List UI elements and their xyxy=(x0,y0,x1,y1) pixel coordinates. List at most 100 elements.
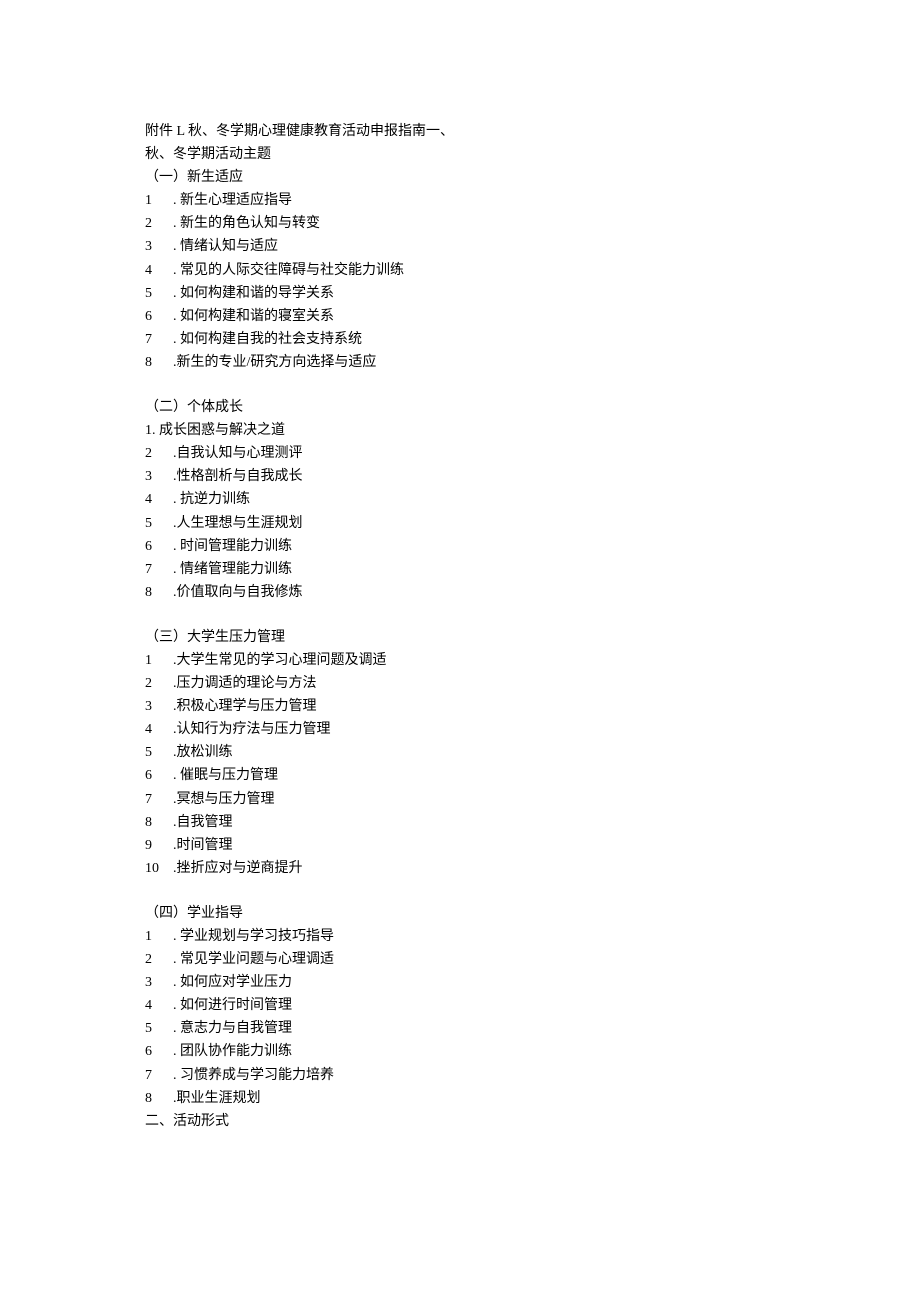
item-number: 7 xyxy=(145,328,173,351)
list-item: 6. 时间管理能力训练 xyxy=(145,535,775,558)
item-number: 1 xyxy=(145,189,173,212)
list-item: 6. 团队协作能力训练 xyxy=(145,1040,775,1063)
item-number: 5 xyxy=(145,1017,173,1040)
list-item: 6. 如何构建和谐的寝室关系 xyxy=(145,305,775,328)
list-item: 3. 情绪认知与适应 xyxy=(145,235,775,258)
item-number: 6 xyxy=(145,1040,173,1063)
item-number: 5 xyxy=(145,741,173,764)
item-text: .职业生涯规划 xyxy=(173,1087,775,1110)
item-text: . 如何构建和谐的寝室关系 xyxy=(173,305,775,328)
item-text: . 如何构建和谐的导学关系 xyxy=(173,282,775,305)
item-text: .冥想与压力管理 xyxy=(173,788,775,811)
list-item: 4. 如何进行时间管理 xyxy=(145,994,775,1017)
list-item: 8.职业生涯规划 xyxy=(145,1087,775,1110)
item-text: .新生的专业/研究方向选择与适应 xyxy=(173,351,775,374)
list-item: 2.压力调适的理论与方法 xyxy=(145,672,775,695)
header-line-1: 附件 L 秋、冬学期心理健康教育活动申报指南一、 xyxy=(145,120,775,143)
item-text: . 催眠与压力管理 xyxy=(173,764,775,787)
list-item: 2. 常见学业问题与心理调适 xyxy=(145,948,775,971)
list-item: 3.积极心理学与压力管理 xyxy=(145,695,775,718)
list-item: 4. 常见的人际交往障碍与社交能力训练 xyxy=(145,259,775,282)
list-item: 4.认知行为疗法与压力管理 xyxy=(145,718,775,741)
item-text: . 时间管理能力训练 xyxy=(173,535,775,558)
document-page: 附件 L 秋、冬学期心理健康教育活动申报指南一、 秋、冬学期活动主题 （一）新生… xyxy=(0,0,920,1193)
list-item: 1. 新生心理适应指导 xyxy=(145,189,775,212)
section-2-first-item: 1. 成长困惑与解决之道 xyxy=(145,419,775,442)
item-number: 4 xyxy=(145,994,173,1017)
list-item: 8.自我管理 xyxy=(145,811,775,834)
item-text: .时间管理 xyxy=(173,834,775,857)
item-text: .大学生常见的学习心理问题及调适 xyxy=(173,649,775,672)
list-item: 3.性格剖析与自我成长 xyxy=(145,465,775,488)
item-text: . 常见学业问题与心理调适 xyxy=(173,948,775,971)
section-1-list: 1. 新生心理适应指导2. 新生的角色认知与转变3. 情绪认知与适应4. 常见的… xyxy=(145,189,775,374)
item-text: . 新生的角色认知与转变 xyxy=(173,212,775,235)
list-item: 2. 新生的角色认知与转变 xyxy=(145,212,775,235)
list-item: 7. 情绪管理能力训练 xyxy=(145,558,775,581)
item-number: 3 xyxy=(145,695,173,718)
section-1-title: （一）新生适应 xyxy=(145,166,775,189)
list-item: 1.大学生常见的学习心理问题及调适 xyxy=(145,649,775,672)
item-text: .挫折应对与逆商提升 xyxy=(173,857,775,880)
list-item: 1. 学业规划与学习技巧指导 xyxy=(145,925,775,948)
item-text: . 学业规划与学习技巧指导 xyxy=(173,925,775,948)
item-number: 3 xyxy=(145,465,173,488)
item-text: .人生理想与生涯规划 xyxy=(173,512,775,535)
item-number: 8 xyxy=(145,351,173,374)
item-number: 8 xyxy=(145,811,173,834)
item-text: . 情绪管理能力训练 xyxy=(173,558,775,581)
item-number: 6 xyxy=(145,764,173,787)
item-text: .认知行为疗法与压力管理 xyxy=(173,718,775,741)
item-number: 8 xyxy=(145,1087,173,1110)
item-number: 5 xyxy=(145,282,173,305)
item-number: 7 xyxy=(145,558,173,581)
item-text: .自我管理 xyxy=(173,811,775,834)
list-item: 9.时间管理 xyxy=(145,834,775,857)
item-text: .价值取向与自我修炼 xyxy=(173,581,775,604)
item-number: 1 xyxy=(145,649,173,672)
list-item: 5.放松训练 xyxy=(145,741,775,764)
item-number: 4 xyxy=(145,259,173,282)
item-number: 10 xyxy=(145,857,173,880)
item-number: 6 xyxy=(145,535,173,558)
item-text: . 如何应对学业压力 xyxy=(173,971,775,994)
item-text: . 抗逆力训练 xyxy=(173,488,775,511)
item-number: 9 xyxy=(145,834,173,857)
list-item: 3. 如何应对学业压力 xyxy=(145,971,775,994)
item-text: . 如何构建自我的社会支持系统 xyxy=(173,328,775,351)
item-number: 2 xyxy=(145,212,173,235)
item-text: . 如何进行时间管理 xyxy=(173,994,775,1017)
item-number: 2 xyxy=(145,442,173,465)
list-item: 5.人生理想与生涯规划 xyxy=(145,512,775,535)
item-text: . 情绪认知与适应 xyxy=(173,235,775,258)
item-number: 1 xyxy=(145,925,173,948)
footer-heading: 二、活动形式 xyxy=(145,1110,775,1133)
list-item: 8.价值取向与自我修炼 xyxy=(145,581,775,604)
item-text: . 常见的人际交往障碍与社交能力训练 xyxy=(173,259,775,282)
list-item: 10.挫折应对与逆商提升 xyxy=(145,857,775,880)
list-item: 2.自我认知与心理测评 xyxy=(145,442,775,465)
list-item: 8.新生的专业/研究方向选择与适应 xyxy=(145,351,775,374)
item-text: . 习惯养成与学习能力培养 xyxy=(173,1064,775,1087)
header-line-2: 秋、冬学期活动主题 xyxy=(145,143,775,166)
section-2-list: 2.自我认知与心理测评3.性格剖析与自我成长4. 抗逆力训练5.人生理想与生涯规… xyxy=(145,442,775,604)
item-number: 3 xyxy=(145,235,173,258)
section-4-list: 1. 学业规划与学习技巧指导2. 常见学业问题与心理调适3. 如何应对学业压力4… xyxy=(145,925,775,1110)
item-number: 2 xyxy=(145,948,173,971)
item-number: 4 xyxy=(145,488,173,511)
item-text: .自我认知与心理测评 xyxy=(173,442,775,465)
item-number: 6 xyxy=(145,305,173,328)
item-number: 8 xyxy=(145,581,173,604)
list-item: 5. 如何构建和谐的导学关系 xyxy=(145,282,775,305)
section-3-title: （三）大学生压力管理 xyxy=(145,626,775,649)
item-text: .积极心理学与压力管理 xyxy=(173,695,775,718)
item-text: . 新生心理适应指导 xyxy=(173,189,775,212)
item-text: .性格剖析与自我成长 xyxy=(173,465,775,488)
item-number: 4 xyxy=(145,718,173,741)
list-item: 7. 如何构建自我的社会支持系统 xyxy=(145,328,775,351)
item-number: 5 xyxy=(145,512,173,535)
item-text: .压力调适的理论与方法 xyxy=(173,672,775,695)
section-4-title: （四）学业指导 xyxy=(145,902,775,925)
list-item: 5. 意志力与自我管理 xyxy=(145,1017,775,1040)
list-item: 4. 抗逆力训练 xyxy=(145,488,775,511)
